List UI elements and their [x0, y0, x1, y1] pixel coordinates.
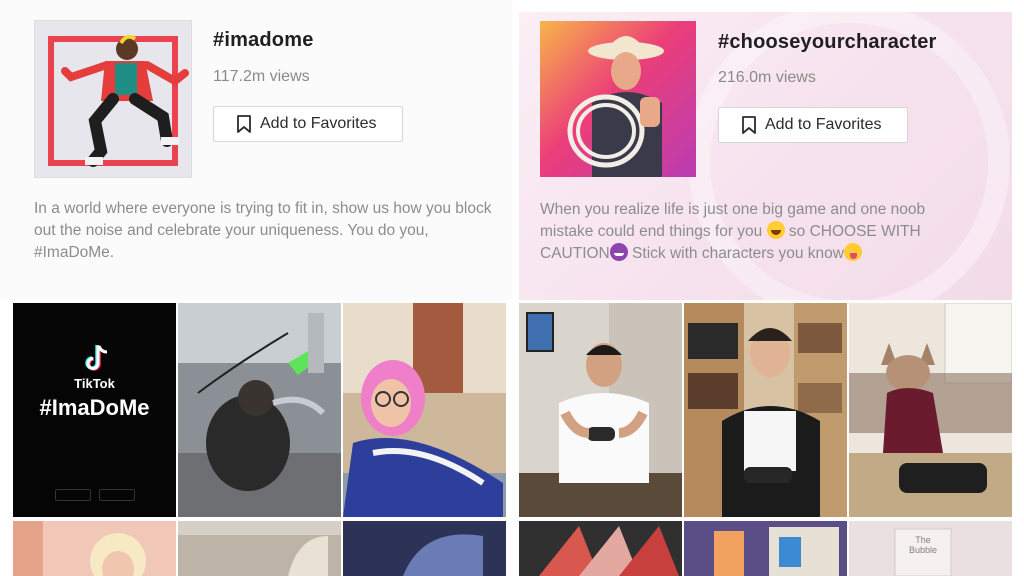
video-tile[interactable]: The Bubble [849, 521, 1012, 576]
views-count: 117.2m views [213, 68, 310, 85]
video-tile[interactable]: TikTok #ImaDoMe [13, 303, 176, 517]
video-tile[interactable] [13, 521, 176, 576]
video-tile[interactable] [343, 303, 506, 517]
add-to-favorites-button[interactable]: Add to Favorites [213, 106, 403, 142]
devil-emoji-icon [609, 243, 628, 261]
description-text: Stick with characters you know [627, 245, 844, 262]
app-store-badge [55, 489, 91, 501]
hashtag-card-chooseyourcharacter: #chooseyourcharacter 216.0m views Add to… [519, 12, 1012, 300]
add-to-favorites-label: Add to Favorites [765, 116, 882, 133]
bookmark-icon [237, 115, 251, 133]
laughing-emoji-icon [766, 221, 785, 239]
hashtag-card-imadome: #imadome 117.2m views Add to Favorites I… [0, 0, 512, 300]
video-tile[interactable] [178, 303, 341, 517]
hashtag-description: When you realize life is just one big ga… [540, 199, 980, 265]
video-tile[interactable] [849, 303, 1012, 517]
tongue-emoji-icon [843, 243, 862, 261]
sign-text: The Bubble [908, 535, 938, 555]
tiktok-logo-icon [85, 345, 108, 371]
views-count: 216.0m views [718, 69, 816, 86]
hashtag-title: #chooseyourcharacter [718, 31, 937, 53]
hashtag-thumbnail[interactable] [34, 20, 192, 178]
add-to-favorites-button[interactable]: Add to Favorites [718, 107, 908, 143]
add-to-favorites-label: Add to Favorites [260, 115, 377, 132]
tiktok-brand-name: TikTok [74, 376, 115, 391]
hashtag-description: In a world where everyone is trying to f… [34, 200, 492, 261]
video-tile[interactable] [684, 521, 847, 576]
google-play-badge [99, 489, 135, 501]
hashtag-overlay: #ImaDoMe [39, 395, 150, 420]
video-tile[interactable] [519, 521, 682, 576]
hashtag-title: #imadome [213, 29, 314, 51]
video-tile[interactable] [178, 521, 341, 576]
bookmark-icon [742, 116, 756, 134]
video-tile[interactable] [343, 521, 506, 576]
hashtag-thumbnail[interactable] [540, 21, 696, 177]
video-tile[interactable] [684, 303, 847, 517]
video-tile[interactable] [519, 303, 682, 517]
